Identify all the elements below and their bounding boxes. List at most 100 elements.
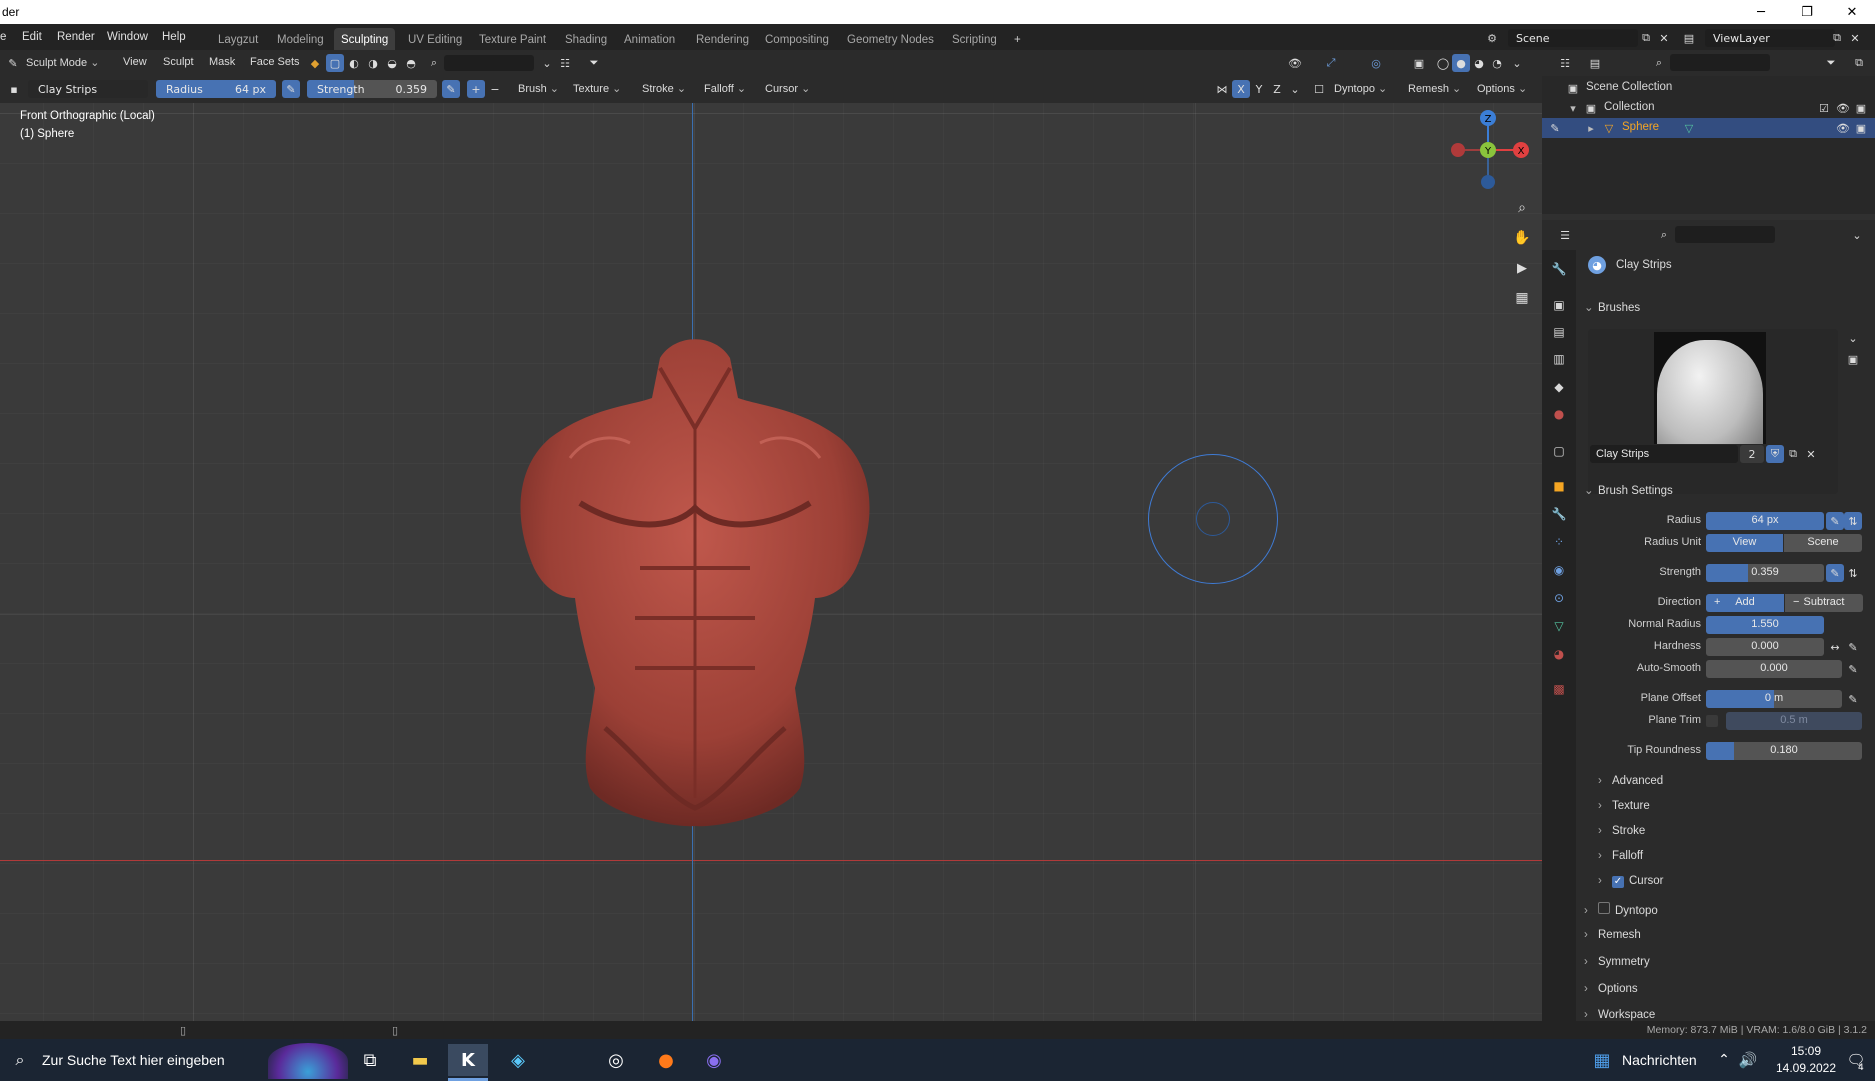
texture-tab-icon[interactable]: ▩ xyxy=(1550,680,1568,698)
falloff-menu[interactable]: Falloff xyxy=(704,82,746,95)
scene-tab-icon[interactable]: ◆ xyxy=(1550,378,1568,396)
properties-type-icon[interactable]: ☰ xyxy=(1556,226,1574,244)
brush-draw-icon[interactable]: ◐ xyxy=(345,54,363,72)
notification-icon[interactable]: 🗨 xyxy=(1836,1044,1875,1076)
collapse-arrow-icon[interactable]: ▾ xyxy=(1564,99,1582,117)
render-camera-icon[interactable]: ▣ xyxy=(1852,99,1870,117)
scene-selector[interactable]: Scene xyxy=(1508,29,1638,47)
shading-options-icon[interactable]: ⌄ xyxy=(1508,54,1526,72)
dyntopo-section[interactable]: › Dyntopo xyxy=(1584,902,1658,917)
outliner-row-collection[interactable]: ▾ ▣ Collection ☑ 👁 ▣ xyxy=(1542,98,1875,118)
wireframe-shading-icon[interactable]: ◯ xyxy=(1434,54,1452,72)
view-layer-icon[interactable]: ▤ xyxy=(1680,29,1698,47)
brush-smooth-icon[interactable]: ◒ xyxy=(383,54,401,72)
filter-icon[interactable]: ⏷ xyxy=(585,54,603,72)
delete-scene-icon[interactable]: ✕ xyxy=(1655,29,1673,47)
firefox-icon[interactable]: ● xyxy=(646,1044,686,1076)
close-button[interactable]: ✕ xyxy=(1829,0,1875,24)
blender-taskbar-icon[interactable]: K xyxy=(448,1044,488,1076)
brush-selector[interactable]: Clay Strips xyxy=(28,80,148,98)
hardness-pressure-icon[interactable]: ✎ xyxy=(1844,638,1862,656)
tool-tab-icon[interactable]: 🔧 xyxy=(1550,260,1568,278)
auto-smooth-pressure-icon[interactable]: ✎ xyxy=(1844,660,1862,678)
menu-view[interactable]: View xyxy=(123,56,147,68)
tip-roundness-field[interactable]: 0.180 xyxy=(1706,742,1862,760)
material-tab-icon[interactable]: ◕ xyxy=(1550,645,1568,663)
tab-rendering[interactable]: Rendering xyxy=(689,28,756,52)
radius-pressure-icon[interactable]: ✎ xyxy=(1826,512,1844,530)
task-view-icon[interactable]: ⧉ xyxy=(350,1044,390,1076)
navigation-gizmo[interactable]: Z Y X xyxy=(1446,108,1530,192)
options-menu[interactable]: Options xyxy=(1477,82,1527,95)
tab-geometry-nodes[interactable]: Geometry Nodes xyxy=(840,28,941,52)
hardness-invert-icon[interactable]: ↔ xyxy=(1826,638,1844,656)
output-tab-icon[interactable]: ▤ xyxy=(1550,323,1568,341)
tool-search-input[interactable] xyxy=(444,55,534,71)
stroke-menu[interactable]: Stroke xyxy=(642,82,686,95)
outliner-search-input[interactable] xyxy=(1670,54,1770,71)
tab-scripting[interactable]: Scripting xyxy=(945,28,1004,52)
display-mode-icon[interactable]: ▤ xyxy=(1586,54,1604,72)
view-layer-selector[interactable]: ViewLayer xyxy=(1705,29,1835,47)
outliner-row-scene-collection[interactable]: ▣ Scene Collection xyxy=(1542,78,1875,98)
brush-clay-icon[interactable]: ◑ xyxy=(364,54,382,72)
brush-mask-icon[interactable]: ◓ xyxy=(402,54,420,72)
search-icon[interactable]: ⌕ xyxy=(1650,54,1668,72)
tab-modeling[interactable]: Modeling xyxy=(270,28,331,52)
camera-icon[interactable]: ▶ xyxy=(1513,259,1531,277)
falloff-subsection[interactable]: › Falloff xyxy=(1598,850,1643,862)
chevron-down-icon[interactable]: ⌄ xyxy=(1844,329,1862,347)
outline-icon[interactable]: ☷ xyxy=(556,54,574,72)
maximize-button[interactable]: ❐ xyxy=(1784,0,1830,24)
3d-viewport[interactable]: Front Orthographic (Local) (1) Sphere Z … xyxy=(0,103,1542,1021)
clock-time[interactable]: 15:09 xyxy=(1776,1044,1836,1058)
menu-sculpt[interactable]: Sculpt xyxy=(163,56,194,68)
menu-render[interactable]: Render xyxy=(57,31,95,43)
select-box-icon[interactable]: ▢ xyxy=(326,54,344,72)
cursor-checkbox[interactable]: ✓ xyxy=(1612,876,1624,888)
normal-radius-field[interactable]: 1.550 xyxy=(1706,616,1824,634)
volume-icon[interactable]: 🔊 xyxy=(1728,1044,1768,1076)
mirror-x-toggle[interactable]: X xyxy=(1232,80,1250,98)
menu-help[interactable]: Help xyxy=(162,31,186,43)
new-scene-icon[interactable]: ⧉ xyxy=(1637,29,1655,47)
brush-menu[interactable]: Brush xyxy=(518,82,559,95)
taskbar-search-input[interactable]: Zur Suche Text hier eingeben xyxy=(42,1052,225,1068)
minimize-button[interactable]: ─ xyxy=(1738,0,1784,24)
rendered-shading-icon[interactable]: ◔ xyxy=(1488,54,1506,72)
symmetry-section[interactable]: › Symmetry xyxy=(1584,956,1650,968)
workspace-section[interactable]: › Workspace xyxy=(1584,1009,1655,1021)
cursor-menu[interactable]: Cursor xyxy=(765,82,810,95)
cursor-subsection[interactable]: › ✓ Cursor xyxy=(1598,875,1664,888)
symmetry-icon[interactable]: ⋈ xyxy=(1213,80,1231,98)
exclude-checkbox[interactable]: ☑ xyxy=(1815,99,1833,117)
search-highlight-image[interactable] xyxy=(268,1043,348,1079)
plane-trim-field[interactable]: 0.5 m xyxy=(1726,712,1862,730)
eye-icon[interactable]: 👁 xyxy=(1834,99,1852,117)
radius-field[interactable]: 64 px xyxy=(1706,512,1824,530)
file-explorer-icon[interactable]: ▬ xyxy=(400,1044,440,1076)
camera-app-icon[interactable]: ◎ xyxy=(596,1044,636,1076)
zoom-icon[interactable]: ⌕ xyxy=(1513,199,1531,217)
brush-name-field[interactable]: Clay Strips xyxy=(1590,445,1738,463)
tab-sculpting[interactable]: Sculpting xyxy=(334,28,396,52)
radius-unit-scene-button[interactable]: Scene xyxy=(1784,534,1862,552)
brush-settings-section-header[interactable]: ⌄ Brush Settings xyxy=(1584,483,1673,497)
constraints-tab-icon[interactable]: ⊙ xyxy=(1550,589,1568,607)
tab-uv-editing[interactable]: UV Editing xyxy=(401,28,469,52)
options-section[interactable]: › Options xyxy=(1584,983,1638,995)
outliner-type-icon[interactable]: ☷ xyxy=(1556,54,1574,72)
mesh-data-icon[interactable]: ▽ xyxy=(1680,119,1698,137)
mirror-y-toggle[interactable]: Y xyxy=(1250,80,1268,98)
collection-tab-icon[interactable]: ▢ xyxy=(1550,442,1568,460)
render-camera-icon[interactable]: ▣ xyxy=(1852,119,1870,137)
chevron-down-icon[interactable]: ⌄ xyxy=(1848,226,1866,244)
news-label[interactable]: Nachrichten xyxy=(1622,1052,1697,1068)
strength-pressure-icon[interactable]: ✎ xyxy=(1826,564,1844,582)
direction-add-button[interactable]: + Add xyxy=(1706,594,1784,612)
properties-search-input[interactable] xyxy=(1675,226,1775,243)
texture-menu[interactable]: Texture xyxy=(573,82,621,95)
fake-user-shield-icon[interactable]: ⛨ xyxy=(1766,445,1784,463)
davinci-icon[interactable]: ◈ xyxy=(498,1044,538,1076)
remesh-menu[interactable]: Remesh xyxy=(1408,82,1461,95)
